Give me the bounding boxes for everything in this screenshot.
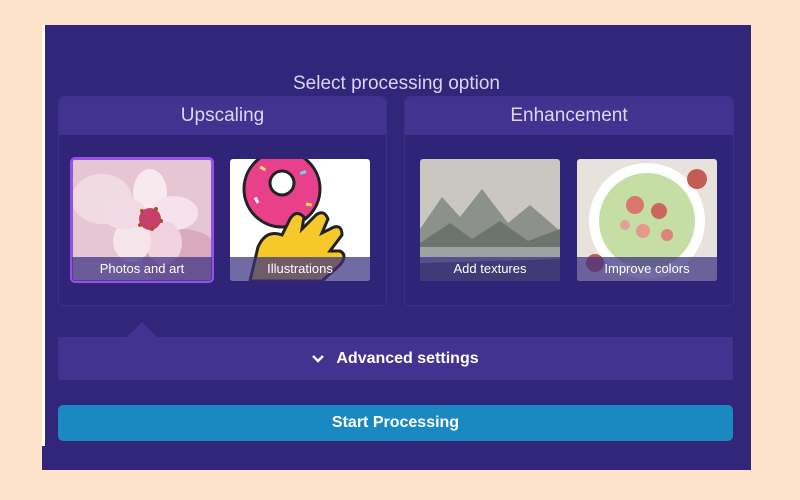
tile-label: Improve colors (577, 257, 717, 281)
tile-add-textures[interactable]: Add textures (420, 159, 560, 281)
enhancement-title: Enhancement (405, 97, 733, 135)
enhancement-group: Enhancement Add textures Improve colors (404, 96, 734, 306)
tile-label: Illustrations (230, 257, 370, 281)
panel-edge (42, 25, 45, 446)
tile-label: Add textures (420, 257, 560, 281)
tile-illustrations[interactable]: Illustrations (230, 159, 370, 281)
tile-improve-colors[interactable]: Improve colors (577, 159, 717, 281)
advanced-settings-toggle[interactable]: Advanced settings (58, 337, 733, 380)
selection-pointer (126, 322, 158, 338)
chevron-down-icon (312, 351, 325, 366)
start-processing-button[interactable]: Start Processing (58, 405, 733, 441)
upscaling-group: Upscaling Photos and art Illustrations (58, 96, 387, 306)
upscaling-title: Upscaling (59, 97, 386, 135)
tile-photos-and-art[interactable]: Photos and art (70, 157, 214, 283)
advanced-settings-label: Advanced settings (336, 349, 479, 367)
panel-title: Select processing option (292, 73, 500, 94)
tile-label: Photos and art (72, 257, 212, 281)
